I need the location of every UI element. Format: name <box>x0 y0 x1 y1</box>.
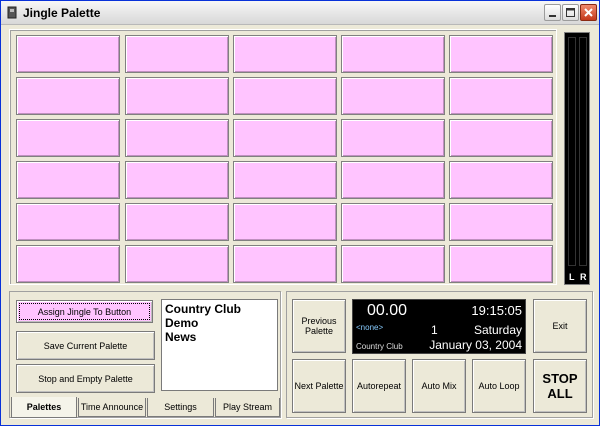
autorepeat-button[interactable]: Autorepeat <box>352 359 406 413</box>
jingle-button[interactable] <box>16 161 120 199</box>
jingle-button[interactable] <box>341 203 445 241</box>
tab-settings-label: Settings <box>164 402 197 412</box>
next-palette-button[interactable]: Next Palette <box>292 359 346 413</box>
jingle-button[interactable] <box>125 119 229 157</box>
jingle-button[interactable] <box>16 77 120 115</box>
jingle-button[interactable] <box>125 203 229 241</box>
tab-settings[interactable]: Settings <box>147 398 214 417</box>
title-bar[interactable]: Jingle Palette <box>1 1 599 25</box>
stop-empty-palette-button[interactable]: Stop and Empty Palette <box>16 364 155 393</box>
jingle-button[interactable] <box>449 119 553 157</box>
jingle-button[interactable] <box>449 203 553 241</box>
vu-label-right: R <box>580 272 587 282</box>
current-date: January 03, 2004 <box>429 338 522 352</box>
jingle-button[interactable] <box>449 161 553 199</box>
vu-meter: L R <box>564 32 590 285</box>
previous-palette-label: Previous Palette <box>301 316 337 336</box>
palette-list-item[interactable]: News <box>165 330 274 344</box>
stop-all-label: STOP ALL <box>542 371 578 401</box>
palette-list[interactable]: Country Club Demo News <box>161 299 278 391</box>
auto-mix-label: Auto Mix <box>421 381 457 391</box>
jingle-button[interactable] <box>233 245 337 283</box>
elapsed-time: 00.00 <box>367 302 408 319</box>
jingle-button[interactable] <box>16 119 120 157</box>
autorepeat-label: Autorepeat <box>356 381 402 391</box>
tab-time-announce-label: Time Announce <box>80 402 144 412</box>
jingle-button[interactable] <box>233 77 337 115</box>
jingle-button[interactable] <box>341 245 445 283</box>
minimize-icon <box>549 15 556 17</box>
stop-empty-palette-label: Stop and Empty Palette <box>38 373 133 384</box>
tab-time-announce[interactable]: Time Announce <box>78 398 146 417</box>
auto-loop-button[interactable]: Auto Loop <box>472 359 526 413</box>
day-of-week: Saturday <box>473 323 522 337</box>
tab-palettes[interactable]: Palettes <box>11 397 77 418</box>
jingle-button[interactable] <box>125 77 229 115</box>
close-icon <box>584 8 593 17</box>
jingle-app-icon <box>7 6 17 19</box>
jingle-button[interactable] <box>233 203 337 241</box>
jingle-button[interactable] <box>341 77 445 115</box>
window-title: Jingle Palette <box>23 6 101 20</box>
jingle-button[interactable] <box>449 245 553 283</box>
palette-list-item[interactable]: Demo <box>165 316 274 330</box>
jingle-button[interactable] <box>233 161 337 199</box>
clock-time: 19:15:05 <box>471 303 522 318</box>
close-button[interactable] <box>580 4 597 21</box>
auto-loop-label: Auto Loop <box>478 381 520 391</box>
vu-label-left: L <box>569 272 575 282</box>
jingle-button[interactable] <box>233 119 337 157</box>
jingle-button[interactable] <box>449 77 553 115</box>
maximize-button[interactable] <box>562 4 579 21</box>
jingle-button[interactable] <box>16 35 120 73</box>
jingle-button[interactable] <box>16 203 120 241</box>
jingle-button-grid <box>9 29 557 285</box>
vu-bar-left <box>568 37 576 266</box>
panel-tabs: Palettes Time Announce Settings Play Str… <box>10 397 280 418</box>
jingle-count: 1 <box>431 323 438 337</box>
jingle-button[interactable] <box>125 245 229 283</box>
jingle-button[interactable] <box>16 245 120 283</box>
playback-panel: Previous Palette 00.00 19:15:05 <none> 1… <box>286 291 593 418</box>
status-display: 00.00 19:15:05 <none> 1 Saturday Country… <box>352 299 526 354</box>
palette-panel: Assign Jingle To Button Save Current Pal… <box>9 291 281 418</box>
stop-all-button[interactable]: STOP ALL <box>533 359 587 413</box>
auto-mix-button[interactable]: Auto Mix <box>412 359 466 413</box>
minimize-button[interactable] <box>544 4 561 21</box>
tab-palettes-label: Palettes <box>26 402 62 412</box>
exit-label: Exit <box>552 321 568 331</box>
jingle-button[interactable] <box>125 161 229 199</box>
current-palette: Country Club <box>356 342 403 351</box>
vu-bar-right <box>579 37 587 266</box>
save-palette-label: Save Current Palette <box>43 340 128 351</box>
palette-list-item[interactable]: Country Club <box>165 302 274 316</box>
jingle-button[interactable] <box>341 161 445 199</box>
save-palette-button[interactable]: Save Current Palette <box>16 331 155 360</box>
next-palette-label: Next Palette <box>294 381 344 391</box>
jingle-button[interactable] <box>341 35 445 73</box>
previous-palette-button[interactable]: Previous Palette <box>292 299 346 353</box>
jingle-button[interactable] <box>125 35 229 73</box>
tab-play-stream-label: Play Stream <box>222 402 273 412</box>
current-jingle: <none> <box>356 323 384 332</box>
tab-play-stream[interactable]: Play Stream <box>215 398 280 417</box>
jingle-button[interactable] <box>341 119 445 157</box>
exit-button[interactable]: Exit <box>533 299 587 353</box>
maximize-icon <box>566 8 575 17</box>
assign-jingle-label: Assign Jingle To Button <box>37 306 132 317</box>
jingle-palette-window: Jingle Palette L R Assign Jingle To Butt… <box>0 0 600 426</box>
jingle-button[interactable] <box>233 35 337 73</box>
jingle-button[interactable] <box>449 35 553 73</box>
assign-jingle-button[interactable]: Assign Jingle To Button <box>16 300 153 323</box>
